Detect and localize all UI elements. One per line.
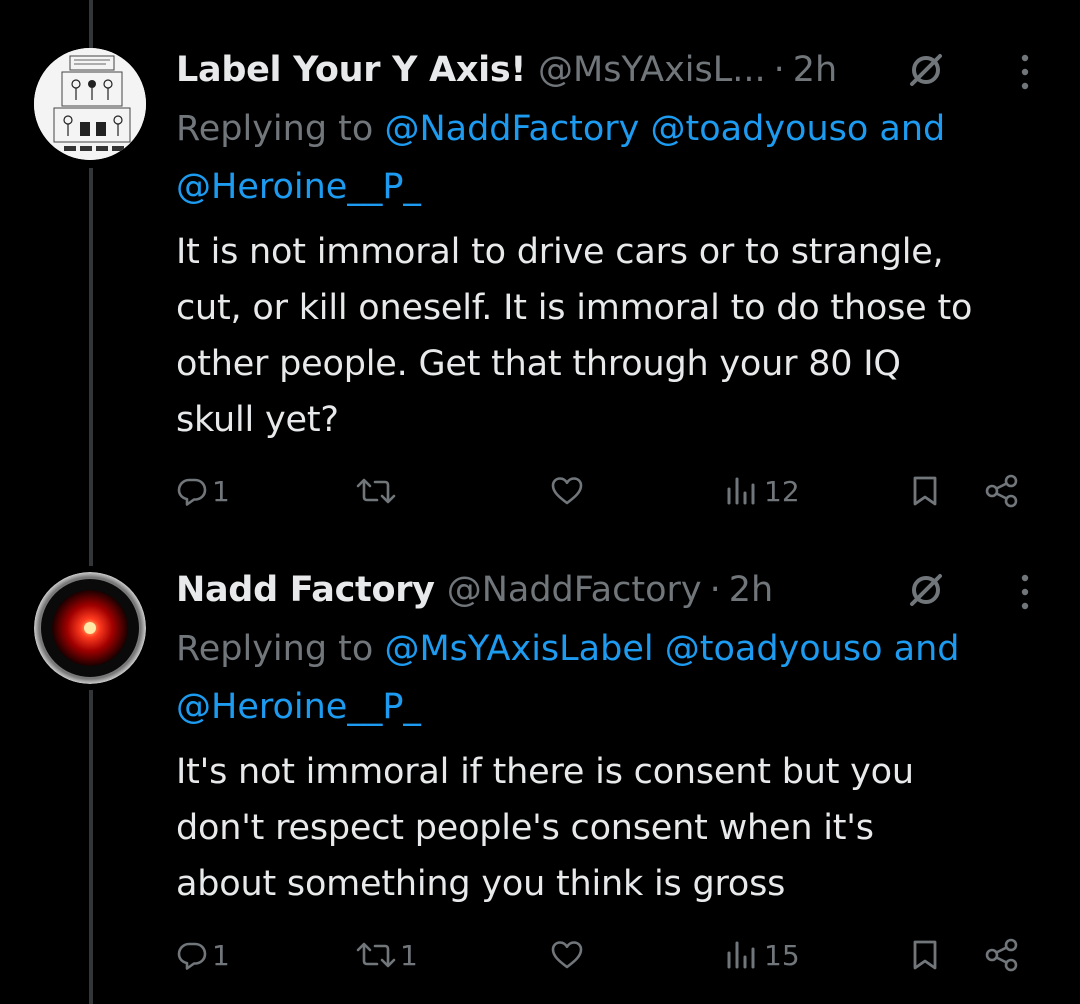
bookmark-button[interactable]	[910, 930, 940, 980]
handle[interactable]: @NaddFactory	[447, 570, 702, 610]
display-name[interactable]: Nadd Factory	[176, 570, 435, 610]
retweet-count: 1	[400, 938, 418, 972]
tweet-body-line: It's not immoral if there is consent but…	[176, 752, 914, 792]
reply-count: 1	[212, 938, 230, 972]
tweet-2-content: Nadd Factory @NaddFactory · 2h Replying …	[176, 560, 1050, 912]
mention-link[interactable]: @Heroine__P_	[176, 687, 421, 727]
tweet-body-line: about something you think is gross	[176, 864, 786, 904]
bookmark-icon	[913, 940, 937, 970]
share-icon	[985, 938, 1018, 972]
reply-icon	[177, 942, 207, 970]
mention-link[interactable]: @MsYAxisLabel	[384, 629, 653, 669]
replying-to: Replying to @MsYAxisLabel @toadyouso and…	[176, 620, 1050, 736]
like-button[interactable]	[550, 930, 588, 980]
mention-link[interactable]: @toadyouso	[665, 629, 883, 669]
avatar-nadd-factory[interactable]	[34, 572, 146, 684]
separator-dot: ·	[709, 570, 721, 610]
retweet-button[interactable]: 1	[356, 930, 418, 980]
view-count: 15	[764, 938, 800, 972]
replying-to-label: Replying to	[176, 629, 385, 669]
grok-icon[interactable]	[906, 570, 946, 610]
reply-button[interactable]: 1	[176, 930, 230, 980]
tweet-body: It's not immoral if there is consent but…	[176, 744, 1050, 912]
tweet-2[interactable]: Nadd Factory @NaddFactory · 2h Replying …	[0, 0, 1080, 1004]
more-options-icon[interactable]	[1018, 572, 1032, 612]
timestamp[interactable]: 2h	[729, 570, 773, 610]
hal9000-red-eye-avatar-icon	[34, 572, 146, 684]
tweet-2-actions: 1 1 15	[176, 930, 1036, 980]
retweet-icon	[356, 942, 396, 968]
heart-icon	[551, 941, 583, 969]
views-icon	[727, 941, 755, 969]
mention-and-text: and	[882, 629, 960, 669]
share-button[interactable]	[984, 930, 1020, 980]
tweet-body-line: don't respect people's consent when it's	[176, 808, 874, 848]
views-button[interactable]: 15	[724, 930, 800, 980]
